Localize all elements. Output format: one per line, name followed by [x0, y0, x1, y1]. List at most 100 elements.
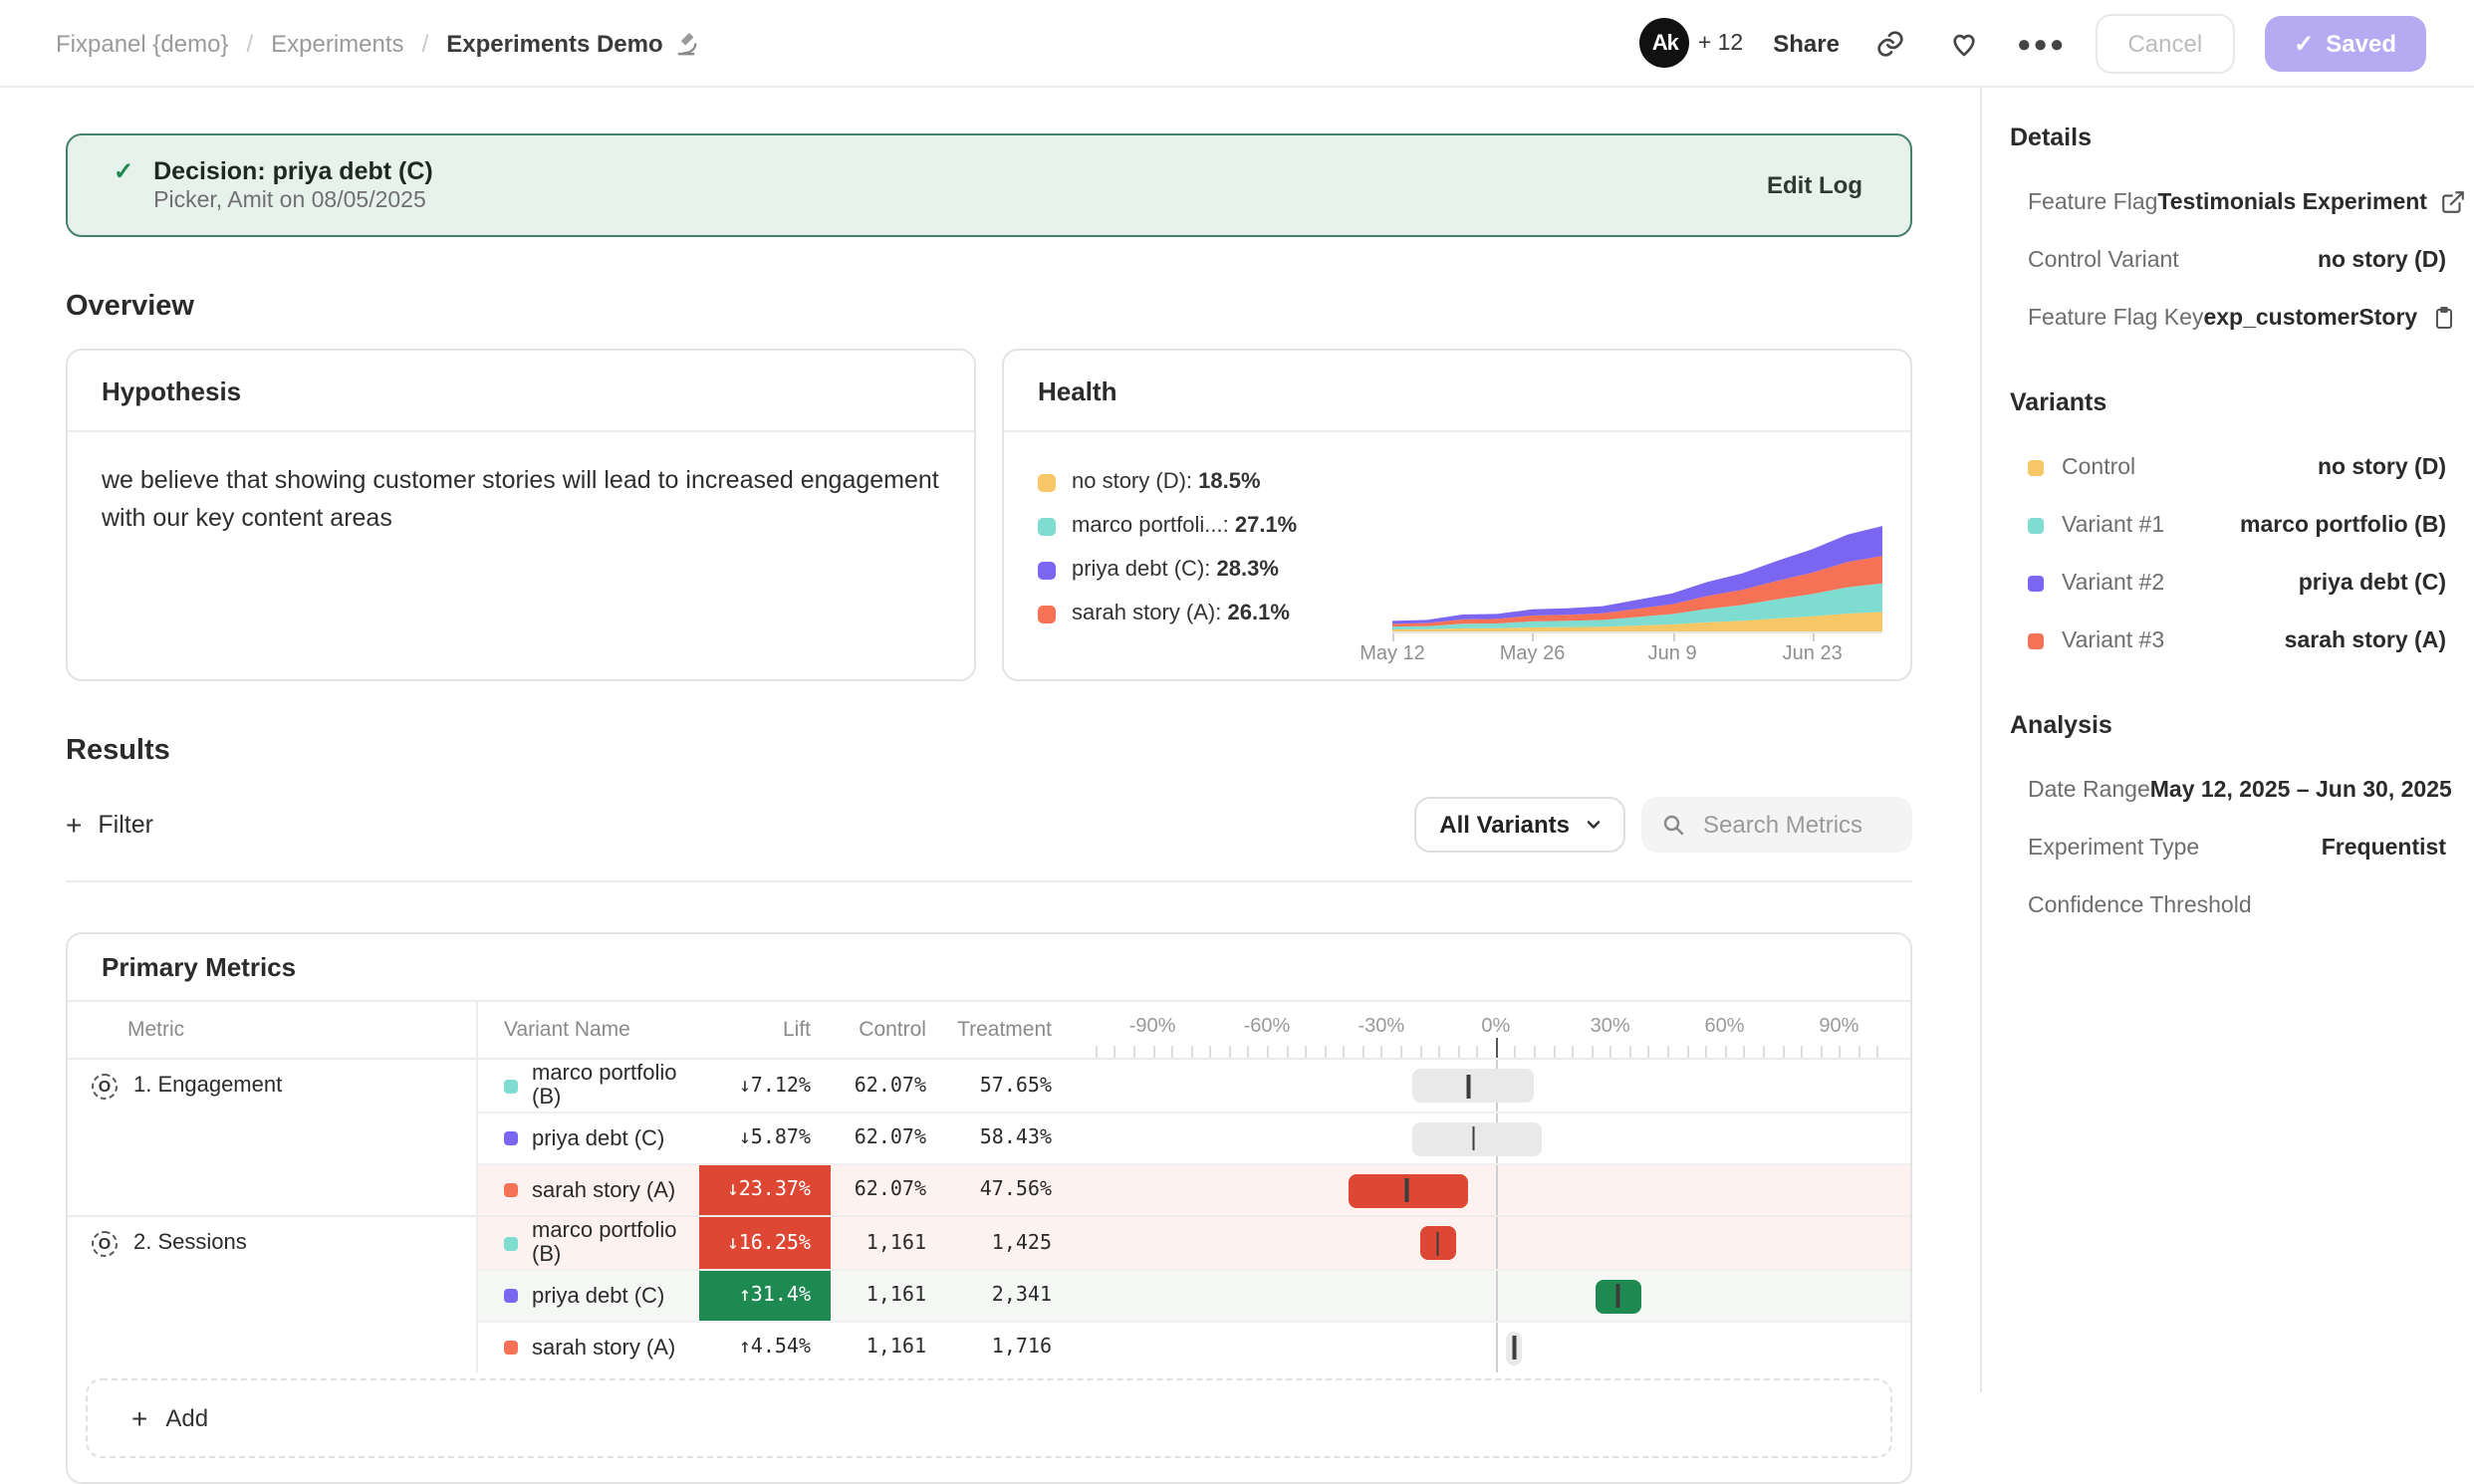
legend-swatch [1038, 517, 1056, 535]
breadcrumb-experiments[interactable]: Experiments [271, 29, 403, 57]
cancel-button[interactable]: Cancel [2096, 13, 2234, 73]
breadcrumb-project[interactable]: Fixpanel {demo} [56, 29, 228, 57]
detail-value: exp_customerStory [2203, 306, 2417, 330]
ruler-tick [1496, 1038, 1498, 1058]
avatar[interactable]: Ak [1640, 18, 1690, 68]
search-metrics-input[interactable] [1699, 809, 1892, 841]
scale-tick-label: 90% [1819, 1016, 1858, 1038]
legend-label: sarah story (A): 26.1% [1072, 602, 1290, 625]
table-row[interactable]: marco portfolio (B) ↓7.12% 62.07% 57.65% [478, 1060, 1910, 1112]
health-legend-item: priya debt (C): 28.3% [1038, 558, 1392, 582]
ruler-tick [1381, 1046, 1383, 1058]
hypothesis-body: we believe that showing customer stories… [68, 432, 974, 567]
divider [66, 880, 1912, 882]
ruler-tick [1686, 1046, 1688, 1058]
main-panel: ✓ Decision: priya debt (C) Picker, Amit … [0, 88, 1980, 1392]
table-row[interactable]: priya debt (C) ↓5.87% 62.07% 58.43% [478, 1112, 1910, 1163]
ruler-tick [1725, 1046, 1727, 1058]
plus-icon: + [131, 1402, 147, 1434]
treatment-cell: 57.65% [946, 1060, 1072, 1112]
search-metrics[interactable] [1641, 797, 1912, 853]
ruler-tick [1438, 1046, 1440, 1058]
ruler-tick [1305, 1046, 1307, 1058]
detail-label: Date Range [2028, 778, 2150, 802]
add-metric-button[interactable]: + Add [86, 1378, 1892, 1458]
table-row[interactable]: priya debt (C) ↑31.4% 1,161 2,341 [478, 1269, 1910, 1321]
point-estimate-tick [1467, 1074, 1470, 1098]
ruler-tick [1419, 1046, 1421, 1058]
ruler-tick [1858, 1046, 1860, 1058]
sidebar-detail-row: Experiment Type Frequentist [2010, 819, 2446, 876]
health-legend-item: marco portfoli...: 27.1% [1038, 514, 1392, 538]
variant-color-dot [504, 1289, 518, 1303]
table-body: O 1. Engagement marco portfolio (B) ↓7.1… [68, 1058, 1910, 1372]
control-cell: 1,161 [831, 1217, 946, 1269]
favorite-icon[interactable] [1943, 21, 1987, 65]
ruler-tick [1839, 1046, 1841, 1058]
ruler-tick [1362, 1046, 1364, 1058]
variants-dropdown[interactable]: All Variants [1413, 797, 1625, 853]
ruler-tick [1515, 1046, 1517, 1058]
table-row[interactable]: sarah story (A) ↑4.54% 1,161 1,716 [478, 1321, 1910, 1372]
sidebar-variant-row: Variant #2 priya debt (C) [2010, 554, 2446, 612]
point-estimate-tick [1436, 1231, 1439, 1255]
ruler-tick [1648, 1046, 1650, 1058]
table-row[interactable]: marco portfolio (B) ↓16.25% 1,161 1,425 [478, 1217, 1910, 1269]
detail-label: Control Variant [2028, 248, 2179, 272]
variant-value: priya debt (C) [2299, 571, 2446, 595]
health-chart: May 12 May 26 Jun 9 Jun 23 [1392, 452, 1882, 667]
ruler-tick [1820, 1046, 1822, 1058]
ruler-tick [1229, 1046, 1231, 1058]
lift-cell: ↓16.25% [699, 1217, 831, 1269]
ruler-tick [1286, 1046, 1288, 1058]
right-sidebar: Details Feature Flag Testimonials Experi… [1980, 88, 2474, 1392]
breadcrumb-current[interactable]: Experiments Demo [446, 29, 698, 57]
legend-swatch [1038, 605, 1056, 622]
confidence-interval-bar [1412, 1069, 1535, 1103]
sidebar-variant-row: Variant #3 sarah story (A) [2010, 612, 2446, 669]
health-legend: no story (D): 18.5% marco portfoli...: 2… [1038, 452, 1392, 667]
collaborators[interactable]: Ak + 12 [1640, 18, 1743, 68]
saved-button[interactable]: ✓ Saved [2264, 15, 2426, 71]
zero-line [1496, 1165, 1498, 1215]
confidence-interval-cell [1088, 1323, 1894, 1372]
confidence-interval-bar [1412, 1121, 1542, 1155]
saved-label: Saved [2326, 29, 2396, 57]
microscope-icon [673, 30, 699, 56]
decision-check-icon: ✓ [114, 157, 133, 185]
more-options-icon[interactable]: ●●● [2017, 29, 2067, 57]
hypothesis-card: Hypothesis we believe that showing custo… [66, 349, 976, 681]
ruler-tick [1629, 1046, 1631, 1058]
table-row[interactable]: sarah story (A) ↓23.37% 62.07% 47.56% [478, 1163, 1910, 1215]
x-axis-label: May 26 [1500, 643, 1566, 665]
variant-name-cell: sarah story (A) [478, 1165, 699, 1215]
metric-group: O 2. Sessions marco portfolio (B) ↓16.25… [68, 1215, 1910, 1372]
ruler-tick [1133, 1046, 1135, 1058]
add-filter-button[interactable]: + Filter [66, 809, 153, 841]
scale-tick-label: 60% [1705, 1016, 1745, 1038]
lift-cell: ↑4.54% [699, 1323, 831, 1372]
ruler-tick [1763, 1046, 1765, 1058]
treatment-cell: 47.56% [946, 1165, 1072, 1215]
treatment-cell: 2,341 [946, 1271, 1072, 1321]
variant-label: Control [2062, 455, 2135, 479]
control-cell: 1,161 [831, 1323, 946, 1372]
share-button[interactable]: Share [1773, 29, 1840, 57]
lift-cell: ↓7.12% [699, 1060, 831, 1112]
variant-name-cell: marco portfolio (B) [478, 1217, 699, 1269]
external-link-icon[interactable] [2441, 189, 2467, 215]
treatment-cell: 58.43% [946, 1113, 1072, 1163]
variant-color-dot [504, 1341, 518, 1355]
primary-metrics-title: Primary Metrics [68, 934, 1910, 1002]
column-lift: Lift [699, 1002, 831, 1058]
confidence-interval-cell [1088, 1113, 1894, 1163]
treatment-cell: 1,716 [946, 1323, 1072, 1372]
point-estimate-tick [1616, 1284, 1619, 1308]
copy-link-icon[interactable] [1869, 21, 1913, 65]
x-axis-label: Jun 23 [1783, 643, 1843, 665]
edit-log-button[interactable]: Edit Log [1767, 171, 1862, 199]
clipboard-icon[interactable] [2431, 305, 2455, 331]
variant-label: Variant #2 [2062, 571, 2164, 595]
table-header: Metric Variant Name Lift Control Treatme… [68, 1002, 1910, 1058]
primary-metrics-card: Primary Metrics Metric Variant Name Lift… [66, 932, 1912, 1484]
